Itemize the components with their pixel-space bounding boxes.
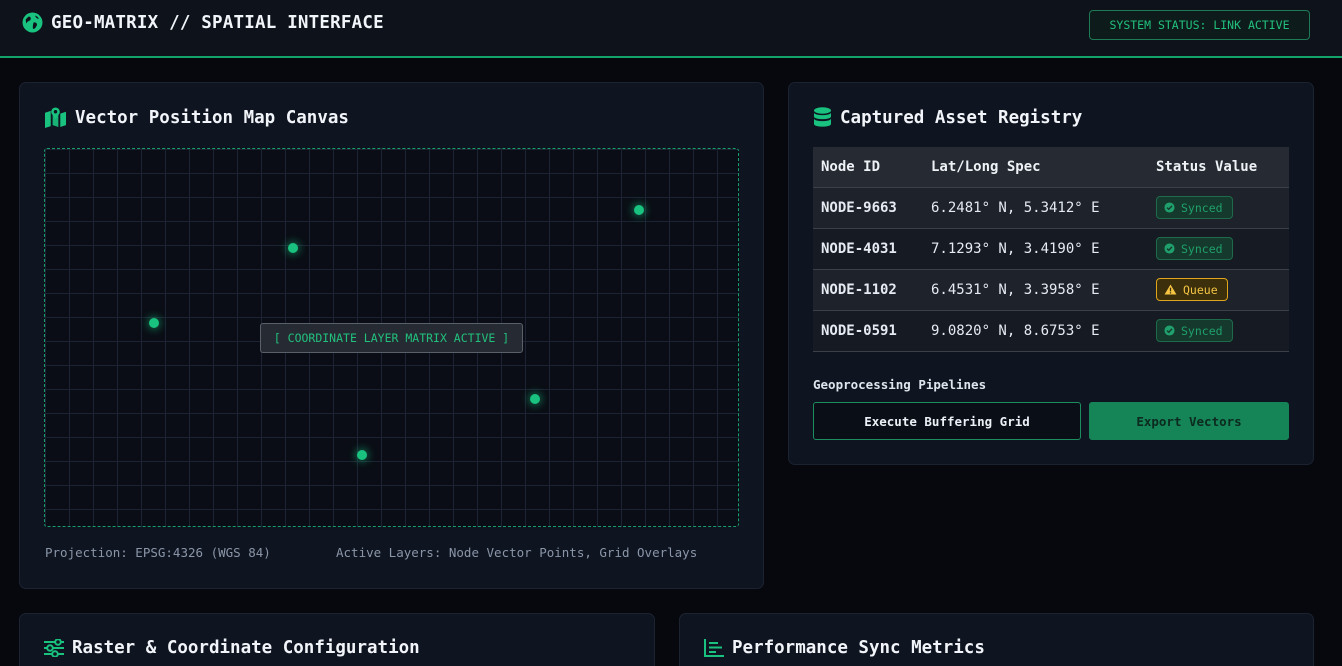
map-panel-title: Vector Position Map Canvas xyxy=(44,107,349,128)
metrics-panel-title: Performance Sync Metrics xyxy=(704,638,985,658)
status-badge: Synced xyxy=(1156,196,1233,219)
map-node-point[interactable] xyxy=(357,450,367,460)
status-cell: Queue xyxy=(1148,268,1289,310)
coords-cell: 6.2481° N, 5.3412° E xyxy=(923,186,1148,228)
table-header-row: Node ID Lat/Long Spec Status Value xyxy=(813,147,1289,187)
registry-panel-title-text: Captured Asset Registry xyxy=(840,107,1083,128)
app-header: GEO-MATRIX // SPATIAL INTERFACE SYSTEM S… xyxy=(0,0,1342,58)
check-circle-icon xyxy=(1164,243,1175,254)
map-node-point[interactable] xyxy=(530,394,540,404)
map-panel: Vector Position Map Canvas [ COORDINATE … xyxy=(19,82,764,589)
check-circle-icon xyxy=(1164,202,1175,213)
status-cell: Synced xyxy=(1148,227,1289,269)
map-panel-title-text: Vector Position Map Canvas xyxy=(75,107,349,128)
table-row[interactable]: NODE-1102 6.4531° N, 3.3958° E Queue xyxy=(813,268,1289,310)
coords-cell: 6.4531° N, 3.3958° E xyxy=(923,268,1148,310)
column-header-latlong: Lat/Long Spec xyxy=(923,147,1148,187)
node-id-cell: NODE-9663 xyxy=(813,186,923,228)
map-marked-icon xyxy=(45,107,66,128)
coordinate-layer-badge: [ COORDINATE LAYER MATRIX ACTIVE ] xyxy=(260,323,523,353)
check-circle-icon xyxy=(1164,325,1175,336)
projection-label: Projection: EPSG:4326 (WGS 84) xyxy=(45,545,271,560)
app-title: GEO-MATRIX // SPATIAL INTERFACE xyxy=(51,12,384,33)
column-header-node-id: Node ID xyxy=(813,147,923,187)
node-id-cell: NODE-1102 xyxy=(813,268,923,310)
map-node-point[interactable] xyxy=(634,205,644,215)
status-cell: Synced xyxy=(1148,309,1289,352)
status-badge: Synced xyxy=(1156,237,1233,260)
config-panel-title: Raster & Coordinate Configuration xyxy=(44,638,420,658)
table-row[interactable]: NODE-9663 6.2481° N, 5.3412° E Synced xyxy=(813,186,1289,228)
config-panel: Raster & Coordinate Configuration xyxy=(19,613,655,666)
map-canvas[interactable]: [ COORDINATE LAYER MATRIX ACTIVE ] xyxy=(44,148,739,527)
execute-buffering-button[interactable]: Execute Buffering Grid xyxy=(813,402,1081,440)
status-cell: Synced xyxy=(1148,186,1289,228)
status-text: Queue xyxy=(1183,282,1218,297)
map-node-point[interactable] xyxy=(149,318,159,328)
pipelines-label: Geoprocessing Pipelines xyxy=(813,377,987,392)
database-icon xyxy=(814,107,831,127)
active-layers-label: Active Layers: Node Vector Points, Grid … xyxy=(336,545,698,560)
status-text: Synced xyxy=(1181,200,1223,215)
table-row[interactable]: NODE-0591 9.0820° N, 8.6753° E Synced xyxy=(813,309,1289,352)
chart-bar-icon xyxy=(704,639,724,657)
globe-icon xyxy=(22,12,43,33)
node-id-cell: NODE-4031 xyxy=(813,227,923,269)
registry-panel-title: Captured Asset Registry xyxy=(813,107,1082,128)
config-panel-title-text: Raster & Coordinate Configuration xyxy=(72,638,420,658)
metrics-panel-title-text: Performance Sync Metrics xyxy=(732,638,985,658)
registry-table: Node ID Lat/Long Spec Status Value NODE-… xyxy=(813,147,1289,352)
registry-panel: Captured Asset Registry Node ID Lat/Long… xyxy=(788,82,1314,465)
sliders-icon xyxy=(44,639,64,657)
status-text: Synced xyxy=(1181,323,1223,338)
warning-icon xyxy=(1164,284,1177,295)
status-text: Synced xyxy=(1181,241,1223,256)
coords-cell: 9.0820° N, 8.6753° E xyxy=(923,309,1148,352)
status-badge: Queue xyxy=(1156,278,1228,301)
coords-cell: 7.1293° N, 3.4190° E xyxy=(923,227,1148,269)
status-badge: Synced xyxy=(1156,319,1233,342)
brand: GEO-MATRIX // SPATIAL INTERFACE xyxy=(22,12,384,33)
table-row[interactable]: NODE-4031 7.1293° N, 3.4190° E Synced xyxy=(813,227,1289,269)
map-node-point[interactable] xyxy=(288,243,298,253)
metrics-panel: Performance Sync Metrics xyxy=(679,613,1314,666)
node-id-cell: NODE-0591 xyxy=(813,309,923,352)
column-header-status: Status Value xyxy=(1148,147,1289,187)
system-status-badge: SYSTEM STATUS: LINK ACTIVE xyxy=(1089,10,1310,40)
export-vectors-button[interactable]: Export Vectors xyxy=(1089,402,1289,440)
